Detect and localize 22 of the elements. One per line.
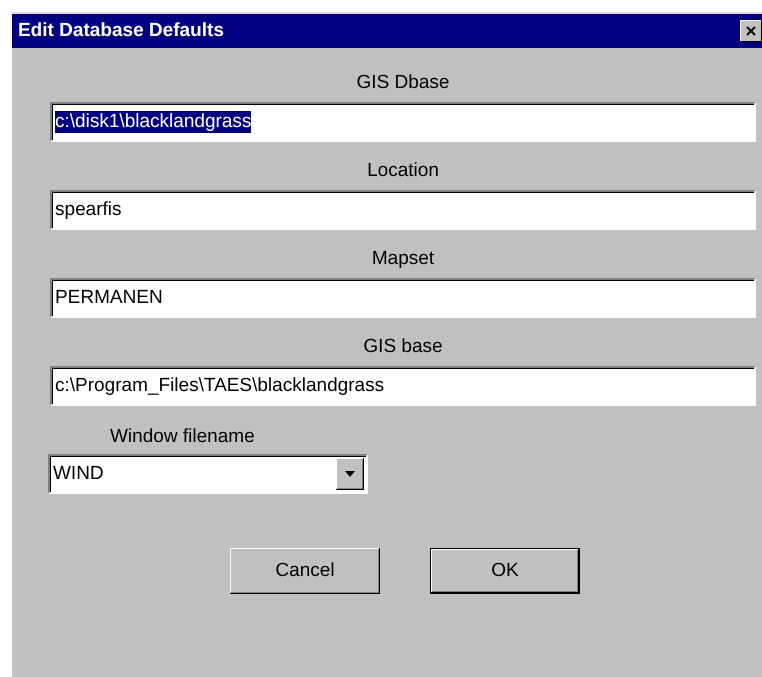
field-label: GIS base: [363, 336, 443, 358]
dropdown-value: WIND: [53, 463, 104, 485]
dropdown-button[interactable]: [336, 458, 364, 490]
field-value: PERMANEN: [55, 287, 163, 309]
close-button[interactable]: [740, 20, 762, 42]
field-label: GIS Dbase: [356, 72, 450, 94]
close-icon: [746, 26, 756, 36]
text-field[interactable]: spearfis: [50, 190, 756, 230]
field-value: c:\Program_Files\TAES\blacklandgrass: [55, 375, 384, 397]
text-field[interactable]: PERMANEN: [50, 278, 756, 318]
caret-icon: [345, 471, 355, 477]
field-label: Window filename: [110, 426, 256, 448]
field-label: Mapset: [372, 248, 434, 270]
text-field[interactable]: c:\Program_Files\TAES\blacklandgrass: [50, 366, 756, 406]
field-value: spearfis: [55, 199, 122, 221]
text-field[interactable]: c:\disk1\blacklandgrass: [50, 102, 756, 142]
dialog-button[interactable]: Cancel: [230, 548, 380, 594]
dialog-button[interactable]: OK: [430, 548, 580, 594]
field-label: Location: [367, 160, 439, 182]
window-title: Edit Database Defaults: [18, 20, 224, 42]
field-value: c:\disk1\blacklandgrass: [55, 111, 252, 133]
dropdown[interactable]: WIND: [48, 454, 368, 494]
